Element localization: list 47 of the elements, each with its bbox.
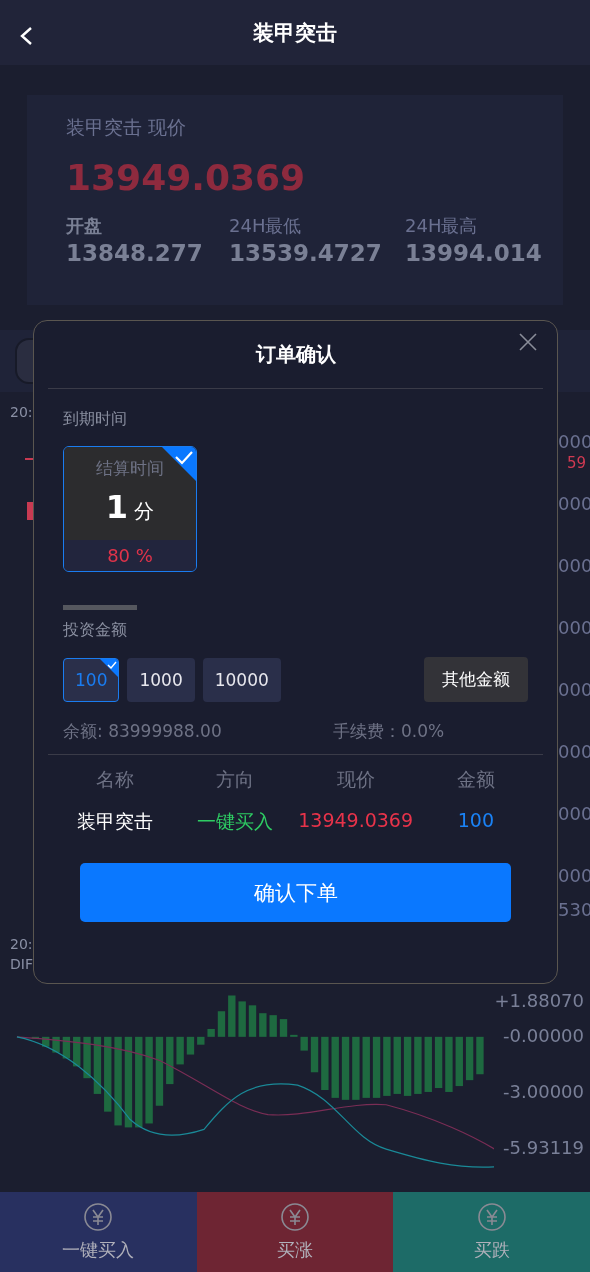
column-header: 金额 [455, 767, 496, 792]
option-rate: 80 % [64, 540, 196, 571]
action-button[interactable]: 一键买入 [0, 1192, 197, 1272]
table-cell-text: 装甲突击 [76, 809, 155, 834]
yen-icon [280, 1202, 310, 1232]
axis-label: +1.88070 [494, 990, 584, 1012]
action-button[interactable]: 买涨 [196, 1192, 394, 1272]
option-caption: 结算时间 [96, 457, 164, 480]
amount-chip[interactable]: 10000 [202, 657, 281, 702]
yen-icon [476, 1202, 507, 1232]
option-duration: 1 分 [105, 488, 155, 526]
other-amount-button[interactable]: 其他金额 [424, 657, 528, 702]
fee-text: 手续费：0.0% [333, 720, 446, 743]
stat-value: 13994.014 [405, 240, 542, 266]
price-tag: 59 [566, 454, 586, 472]
dialog-title: 订单确认 [255, 341, 336, 368]
time-label: 20: [10, 404, 34, 420]
section-label: 投资金额 [63, 620, 128, 641]
indicator-label: DIF [10, 956, 34, 972]
quote-caption: 装甲突击 现价 [66, 115, 188, 140]
check-icon [162, 447, 196, 481]
amount-chip[interactable]: 100 [63, 657, 120, 702]
table-cell-text: 一键买入 [196, 809, 275, 834]
current-price: 13949.0369 [66, 157, 307, 198]
axis-label: -3.00000 [503, 1081, 584, 1103]
table-cell-text: 100 [456, 809, 495, 833]
axis-label: -0.00000 [503, 1025, 584, 1047]
column-header: 名称 [95, 767, 136, 792]
close-icon[interactable] [519, 333, 537, 351]
stat-value: 13539.4727 [229, 240, 383, 266]
stat-value: 13848.277 [66, 240, 204, 266]
stat-label: 24H最低 [229, 214, 303, 238]
stat-label: 24H最高 [405, 214, 479, 238]
balance-text: 余额: 83999988.00 [63, 720, 223, 743]
expiry-option[interactable]: 结算时间 1 分 80 % [63, 446, 197, 572]
amount-chip[interactable]: 1000 [127, 657, 195, 702]
back-icon[interactable] [19, 26, 33, 46]
yen-icon [83, 1202, 114, 1232]
axis-label: -5.93119 [503, 1137, 584, 1159]
table-cell-text: 13949.0369 [297, 809, 415, 833]
section-label: 到期时间 [63, 409, 128, 430]
page-title: 装甲突击 [253, 19, 337, 47]
column-header: 现价 [335, 767, 376, 792]
time-label: 20: [10, 936, 34, 952]
confirm-button[interactable]: 确认下单 [80, 863, 511, 922]
column-header: 方向 [215, 767, 256, 792]
stat-label: 开盘 [66, 214, 103, 238]
